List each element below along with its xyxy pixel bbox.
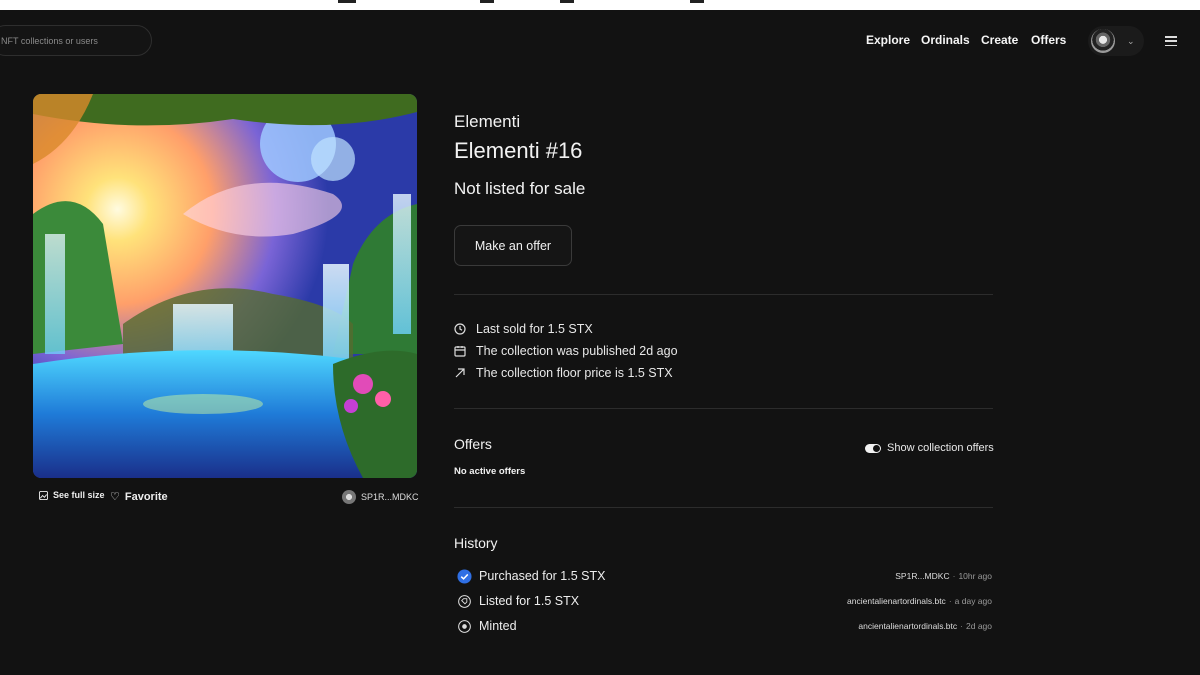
last-sold-row: Last sold for 1.5 STX	[454, 322, 593, 336]
favorite-button[interactable]: ♡ Favorite	[110, 490, 168, 504]
nav-ordinals[interactable]: Ordinals	[921, 33, 970, 47]
chevron-down-icon: ⌄	[1127, 35, 1135, 46]
history-event-meta: SP1R...MDKC · 10hr ago	[895, 571, 992, 581]
floor-price-row: The collection floor price is 1.5 STX	[454, 366, 673, 380]
nft-artwork-image[interactable]	[33, 94, 417, 478]
nav-explore[interactable]: Explore	[866, 33, 910, 47]
nav-offers[interactable]: Offers	[1031, 33, 1066, 47]
show-collection-offers-toggle[interactable]: Show collection offers	[865, 442, 994, 454]
account-menu-button[interactable]: ⌄	[1088, 26, 1144, 56]
sale-status: Not listed for sale	[454, 179, 586, 198]
favorite-label: Favorite	[124, 490, 168, 503]
verified-check-icon	[456, 568, 472, 584]
tag-icon	[456, 593, 472, 609]
history-event-label: Purchased for 1.5 STX	[479, 569, 606, 583]
user-avatar	[1091, 29, 1115, 53]
history-user-link[interactable]: ancientalienartordinals.btc	[858, 621, 957, 631]
arrow-up-right-icon	[455, 368, 465, 378]
owner-address: SP1R...MDKC	[361, 492, 419, 502]
history-time: a day ago	[954, 596, 992, 606]
published-text: The collection was published 2d ago	[476, 344, 678, 358]
divider	[454, 507, 993, 508]
no-offers-text: No active offers	[454, 466, 526, 477]
history-event-meta: ancientalienartordinals.btc · a day ago	[847, 596, 992, 606]
toggle-switch[interactable]	[865, 443, 881, 453]
history-event-label: Minted	[479, 619, 517, 633]
see-full-size-label: See full size	[53, 490, 105, 500]
token-name: Elementi #16	[454, 138, 583, 163]
calendar-icon	[454, 346, 466, 357]
owner-avatar	[342, 490, 356, 504]
divider	[454, 408, 993, 409]
top-browser-strip	[0, 0, 1200, 10]
hamburger-menu-icon[interactable]	[1165, 36, 1177, 46]
see-full-size-button[interactable]: See full size	[39, 490, 105, 500]
owner-link[interactable]: SP1R...MDKC	[342, 490, 419, 504]
last-sold-text: Last sold for 1.5 STX	[476, 322, 593, 336]
history-event-label: Listed for 1.5 STX	[479, 594, 580, 608]
mint-icon	[456, 618, 472, 634]
history-user-link[interactable]: SP1R...MDKC	[895, 571, 949, 581]
history-title: History	[454, 535, 498, 551]
search-box[interactable]	[0, 25, 152, 56]
search-input[interactable]	[1, 35, 141, 46]
history-time: 2d ago	[966, 621, 992, 631]
toggle-label: Show collection offers	[887, 442, 994, 454]
divider	[454, 294, 993, 295]
image-icon	[39, 490, 48, 500]
history-row: Purchased for 1.5 STX SP1R...MDKC · 10hr a…	[454, 568, 992, 584]
clock-icon	[454, 323, 466, 335]
offers-title: Offers	[454, 436, 492, 452]
history-row: Listed for 1.5 STX ancientalienartordina…	[454, 593, 992, 609]
history-time: 10hr ago	[958, 571, 992, 581]
make-offer-button[interactable]: Make an offer	[454, 225, 572, 266]
floor-price-text: The collection floor price is 1.5 STX	[476, 366, 673, 380]
history-user-link[interactable]: ancientalienartordinals.btc	[847, 596, 946, 606]
history-row: Minted ancientalienartordinals.btc · 2d ag…	[454, 618, 992, 634]
nav-create[interactable]: Create	[981, 33, 1018, 47]
collection-name[interactable]: Elementi	[454, 112, 520, 132]
heart-icon: ♡	[110, 491, 120, 503]
history-event-meta: ancientalienartordinals.btc · 2d ago	[858, 621, 992, 631]
published-row: The collection was published 2d ago	[454, 344, 678, 358]
